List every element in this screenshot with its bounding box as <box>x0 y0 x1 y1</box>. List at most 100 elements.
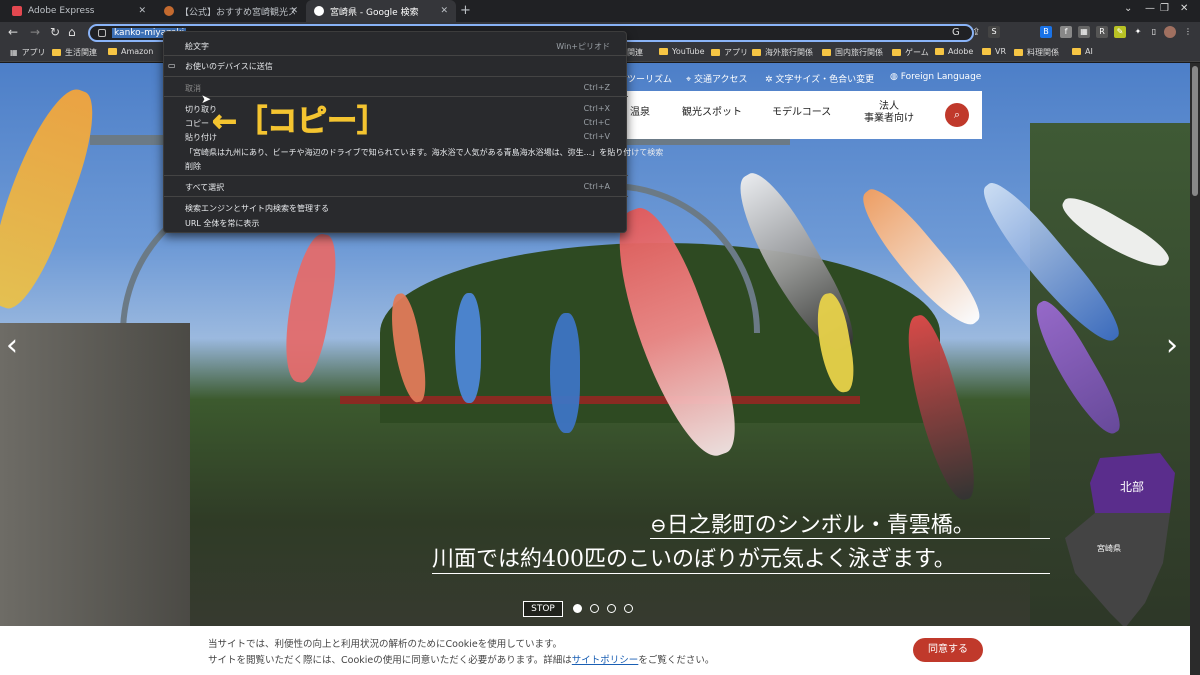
menu-divider <box>164 196 628 197</box>
adobe-icon <box>12 6 22 16</box>
menu-item-emoji[interactable]: 絵文字 <box>185 41 209 52</box>
prev-slide-icon[interactable]: ‹ <box>6 328 18 363</box>
top-link-access[interactable]: ⌖ 交通アクセス <box>686 72 748 85</box>
folder-icon <box>982 48 991 55</box>
bookmark-folder[interactable]: Amazon <box>108 47 153 56</box>
maximize-icon[interactable]: ❐ <box>1160 3 1169 14</box>
bookmark-folder[interactable]: 海外旅行関係 <box>752 47 813 58</box>
minimize-icon[interactable]: — <box>1145 3 1155 14</box>
sidepanel-icon[interactable]: ▯ <box>1148 26 1160 38</box>
forward-icon[interactable]: → <box>30 25 40 39</box>
miyazaki-region-map[interactable]: 北部 宮崎県 <box>1065 453 1180 633</box>
menu-item-copy[interactable]: コピー <box>185 118 209 129</box>
nav-spots[interactable]: 観光スポット <box>682 107 742 119</box>
site-nav: 温泉 観光スポット モデルコース 法人 事業者向け ⌕ <box>620 91 982 139</box>
extension-s-icon[interactable]: S <box>988 26 1000 38</box>
bookmark-folder[interactable]: 関連 <box>627 47 643 58</box>
slide-dot-1[interactable] <box>573 604 582 613</box>
site-policy-link[interactable]: サイトポリシー <box>572 655 639 666</box>
extension-pencil-icon[interactable]: ✎ <box>1114 26 1126 38</box>
reload-icon[interactable]: ↻ <box>50 25 60 39</box>
folder-icon <box>752 49 761 56</box>
slideshow-stop-button[interactable]: STOP <box>523 601 563 617</box>
avatar[interactable] <box>1164 26 1176 38</box>
globe-icon: ◍ <box>890 72 901 82</box>
close-icon[interactable]: ✕ <box>138 6 146 16</box>
share-icon[interactable]: ⇪ <box>972 27 980 38</box>
top-link-tourism[interactable]: ツーリズム <box>627 72 672 85</box>
nav-onsen[interactable]: 温泉 <box>630 107 650 119</box>
folder-icon <box>108 48 117 55</box>
chevron-down-icon[interactable]: ⌄ <box>1124 3 1132 14</box>
folder-icon <box>822 49 831 56</box>
apps-grid-icon: ▦ <box>10 48 18 57</box>
cookie-agree-button[interactable]: 同意する <box>913 638 983 662</box>
nav-business[interactable]: 法人 事業者向け <box>864 101 914 125</box>
menu-item-send-to-device[interactable]: ▭ お使いのデバイスに送信 <box>168 61 273 72</box>
circle-arrow-icon[interactable]: ⊖ <box>650 513 667 537</box>
top-link-font-size[interactable]: ✲ 文字サイズ・色合い変更 <box>765 72 874 85</box>
bookmark-folder[interactable]: Adobe <box>935 47 973 56</box>
map-label-prefecture: 宮崎県 <box>1097 543 1121 553</box>
hero-caption-line1: ⊖日之影町のシンボル・青雲橋。 <box>650 513 975 538</box>
bookmark-apps[interactable]: ▦ アプリ <box>10 47 46 58</box>
google-lens-icon[interactable]: G <box>952 27 960 38</box>
scrollbar-thumb[interactable] <box>1192 66 1198 196</box>
folder-icon <box>1014 49 1023 56</box>
close-icon[interactable]: ✕ <box>290 6 298 16</box>
menu-divider <box>164 55 628 56</box>
bookmark-folder[interactable]: 料理関係 <box>1014 47 1059 58</box>
menu-item-manage-search-engines[interactable]: 検索エンジンとサイト内検索を管理する <box>185 203 329 214</box>
new-tab-plus-icon[interactable]: + <box>460 3 471 18</box>
lock-icon[interactable] <box>98 29 106 37</box>
window-close-icon[interactable]: ✕ <box>1180 3 1188 14</box>
nav-model-course[interactable]: モデルコース <box>772 107 831 119</box>
copy-annotation: ←［コピー］ <box>211 104 388 140</box>
hero-caption-line2: 川面では約400匹のこいのぼりが元気よく泳ぎます。 <box>432 547 956 572</box>
folder-icon <box>935 48 944 55</box>
tab-google-search[interactable]: 宮崎県 - Google 検索 ✕ <box>306 0 456 22</box>
extension-blue-icon[interactable]: B <box>1040 26 1052 38</box>
bookmark-folder[interactable]: ゲーム <box>892 47 929 58</box>
menu-item-delete[interactable]: 削除 <box>185 161 201 172</box>
extension-grid-icon[interactable]: ▦ <box>1078 26 1090 38</box>
next-slide-icon[interactable]: › <box>1166 328 1178 363</box>
menu-item-show-full-url[interactable]: URL 全体を常に表示 <box>185 218 259 229</box>
home-icon[interactable]: ⌂ <box>68 25 76 39</box>
cookie-message-line1: 当サイトでは、利便性の向上と利用状況の解析のためにCookieを使用しています。 <box>208 639 563 650</box>
slide-dot-2[interactable] <box>590 604 599 613</box>
folder-icon <box>711 49 720 56</box>
menu-item-paste-and-search[interactable]: 「宮崎県は九州にあり、ビーチや海辺のドライブで知られています。海水浴で人気がある… <box>185 147 663 158</box>
site-search-icon[interactable]: ⌕ <box>945 103 969 127</box>
menu-divider <box>164 76 628 77</box>
tab-miyazaki-kanko[interactable]: 【公式】おすすめ宮崎観光スポット／... ✕ <box>156 0 306 22</box>
menu-item-select-all[interactable]: すべて選択 <box>185 182 224 193</box>
folder-icon <box>52 49 61 56</box>
menu-shortcut: Ctrl+C <box>583 118 610 127</box>
back-icon[interactable]: ← <box>8 25 18 39</box>
map-region-rest[interactable] <box>1065 513 1170 628</box>
bookmark-folder[interactable]: アプリ <box>711 47 748 58</box>
bookmark-folder[interactable]: 生活関連 <box>52 47 97 58</box>
menu-divider <box>164 175 628 176</box>
slide-dot-3[interactable] <box>607 604 616 613</box>
bookmark-folder[interactable]: YouTube <box>659 47 705 56</box>
folder-icon <box>1072 48 1081 55</box>
tab-adobe-express[interactable]: Adobe Express ✕ <box>4 0 154 22</box>
bookmark-folder[interactable]: 国内旅行関係 <box>822 47 883 58</box>
folder-icon <box>892 49 901 56</box>
menu-shortcut: Ctrl+Z <box>583 83 610 92</box>
cookie-banner: 当サイトでは、利便性の向上と利用状況の解析のためにCookieを使用しています。… <box>0 626 1190 675</box>
extension-f-icon[interactable]: f <box>1060 26 1072 38</box>
puzzle-icon[interactable]: ✦ <box>1132 26 1144 38</box>
top-link-foreign-language[interactable]: ◍ Foreign Language <box>890 72 981 82</box>
tab-label: 宮崎県 - Google 検索 <box>330 7 419 18</box>
slide-dot-4[interactable] <box>624 604 633 613</box>
extension-rx-icon[interactable]: R <box>1096 26 1108 38</box>
close-icon[interactable]: ✕ <box>440 6 448 16</box>
bookmark-folder[interactable]: VR <box>982 47 1006 56</box>
gear-icon: ✲ <box>765 75 776 85</box>
menu-dots-icon[interactable]: ⋮ <box>1182 26 1194 38</box>
bookmark-folder[interactable]: AI <box>1072 47 1093 56</box>
tab-bar: Adobe Express ✕ 【公式】おすすめ宮崎観光スポット／... ✕ 宮… <box>0 0 1200 22</box>
